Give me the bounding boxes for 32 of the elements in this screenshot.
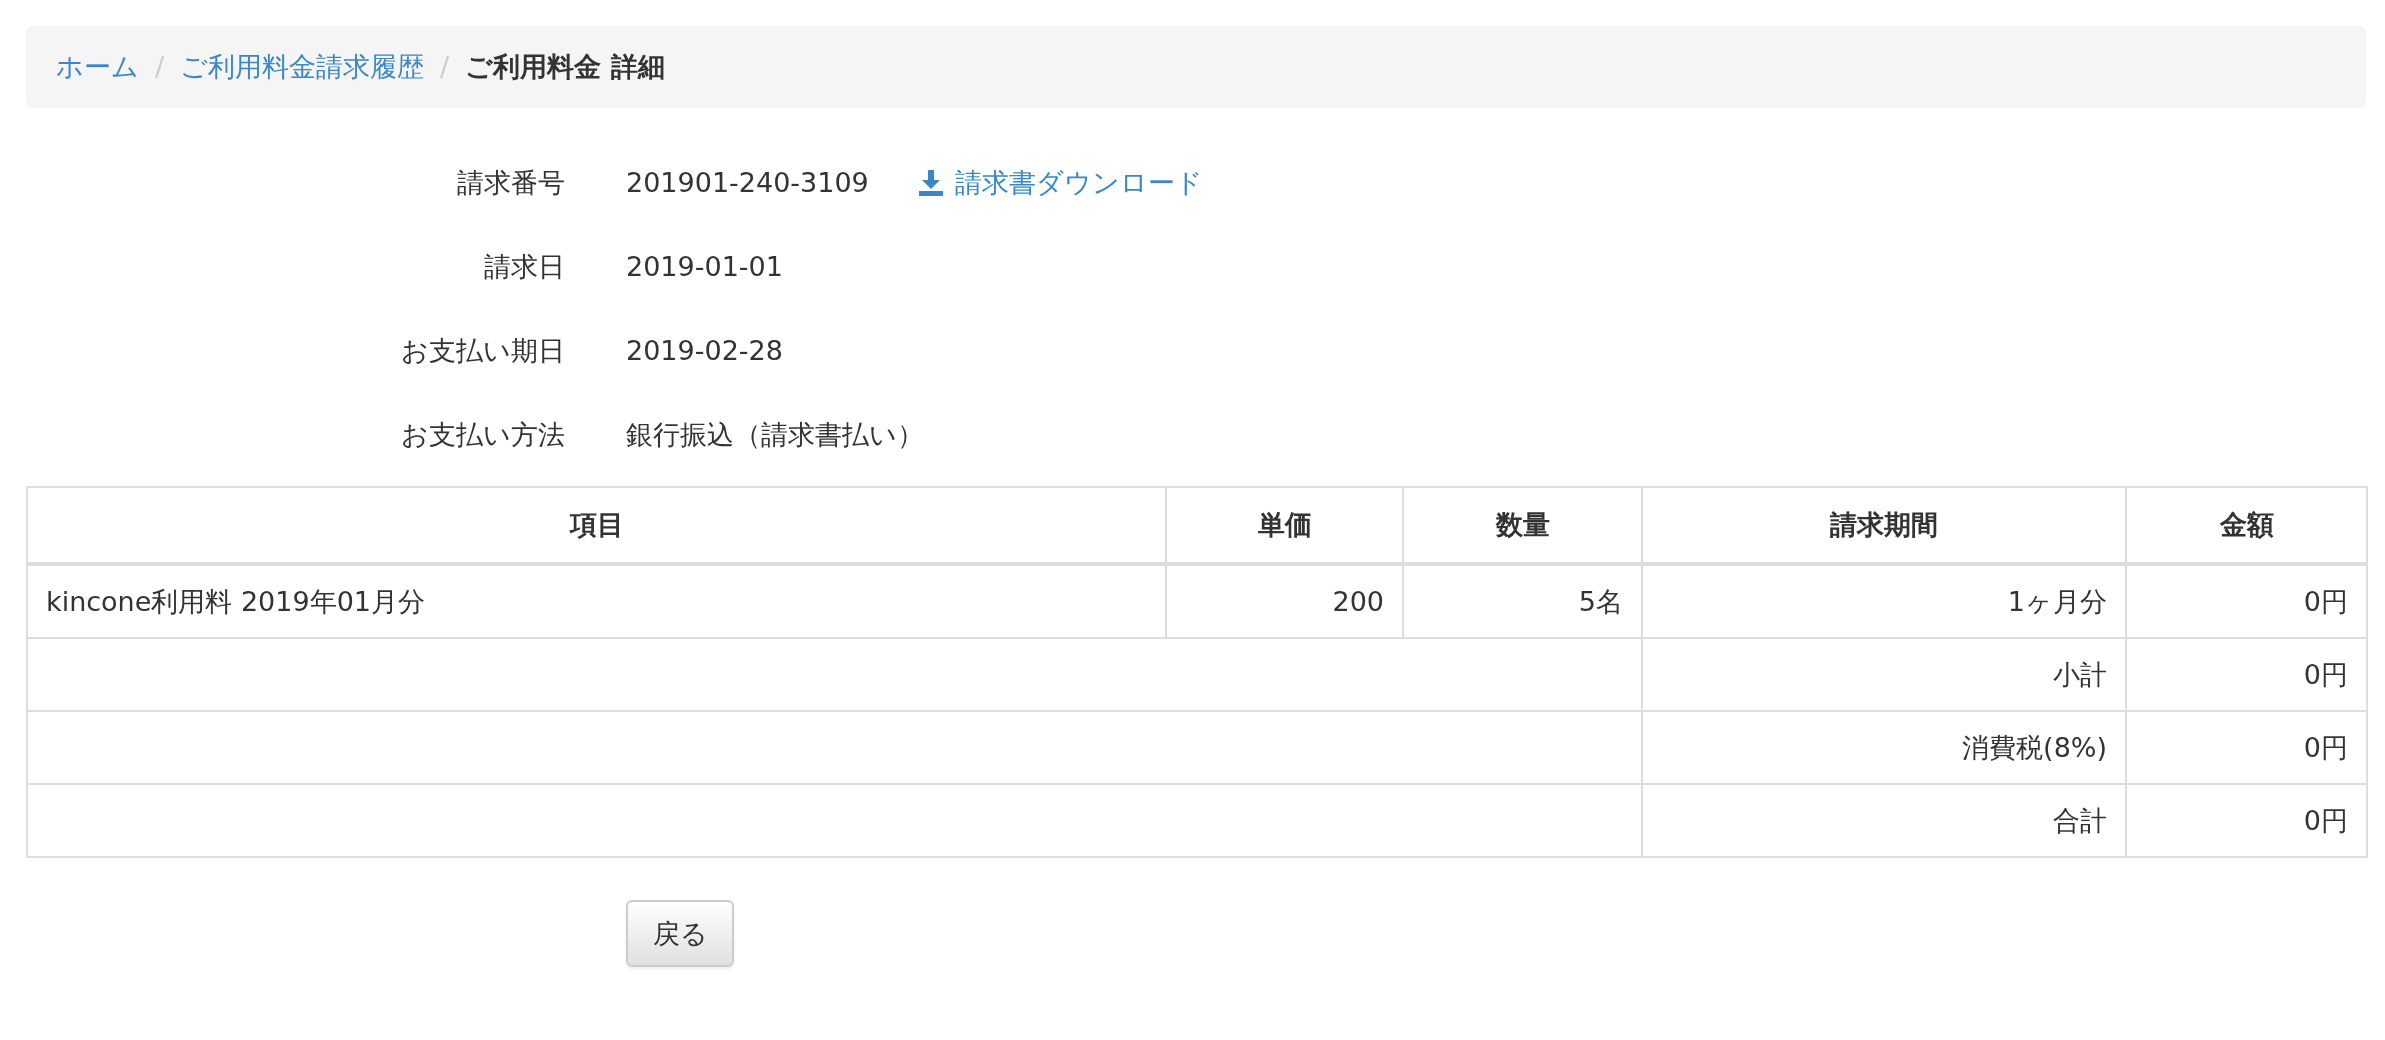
table-cell: 5名 bbox=[1403, 564, 1642, 638]
field-label: 請求番号 bbox=[457, 166, 565, 200]
table-cell: 200 bbox=[1166, 564, 1403, 638]
summary-label: 小計 bbox=[1642, 638, 2126, 711]
current-page-label: ご利用料金 詳細 bbox=[465, 50, 665, 84]
column-header: 項目 bbox=[27, 487, 1166, 564]
table-cell: 0円 bbox=[2126, 564, 2367, 638]
field-value: 2019-01-01 bbox=[626, 250, 783, 284]
field-label: お支払い方法 bbox=[401, 418, 565, 452]
field-label: お支払い期日 bbox=[401, 334, 565, 368]
breadcrumb-separator: / bbox=[440, 50, 450, 84]
breadcrumb-link[interactable]: ご利用料金請求履歴 bbox=[180, 50, 425, 84]
download-link[interactable]: 請求書ダウンロード bbox=[918, 166, 1203, 200]
column-header: 数量 bbox=[1403, 487, 1642, 564]
field-label: 請求日 bbox=[484, 250, 565, 284]
field-value: 201901-240-3109 bbox=[626, 166, 869, 200]
download-icon bbox=[918, 170, 943, 196]
field-value: 銀行振込（請求書払い） bbox=[626, 418, 924, 452]
column-header: 単価 bbox=[1166, 487, 1403, 564]
summary-amount: 0円 bbox=[2126, 711, 2367, 784]
breadcrumb-separator: / bbox=[155, 50, 165, 84]
column-header: 請求期間 bbox=[1642, 487, 2126, 564]
summary-label: 合計 bbox=[1642, 784, 2126, 857]
table-cell: 1ヶ月分 bbox=[1642, 564, 2126, 638]
summary-label: 消費税(8%) bbox=[1642, 711, 2126, 784]
back-button[interactable]: 戻る bbox=[626, 900, 734, 967]
summary-amount: 0円 bbox=[2126, 784, 2367, 857]
column-header: 金額 bbox=[2126, 487, 2367, 564]
field-value: 2019-02-28 bbox=[626, 334, 783, 368]
breadcrumb-link[interactable]: ホーム bbox=[56, 50, 139, 84]
summary-amount: 0円 bbox=[2126, 638, 2367, 711]
table-cell: kincone利用料 2019年01月分 bbox=[27, 564, 1166, 638]
